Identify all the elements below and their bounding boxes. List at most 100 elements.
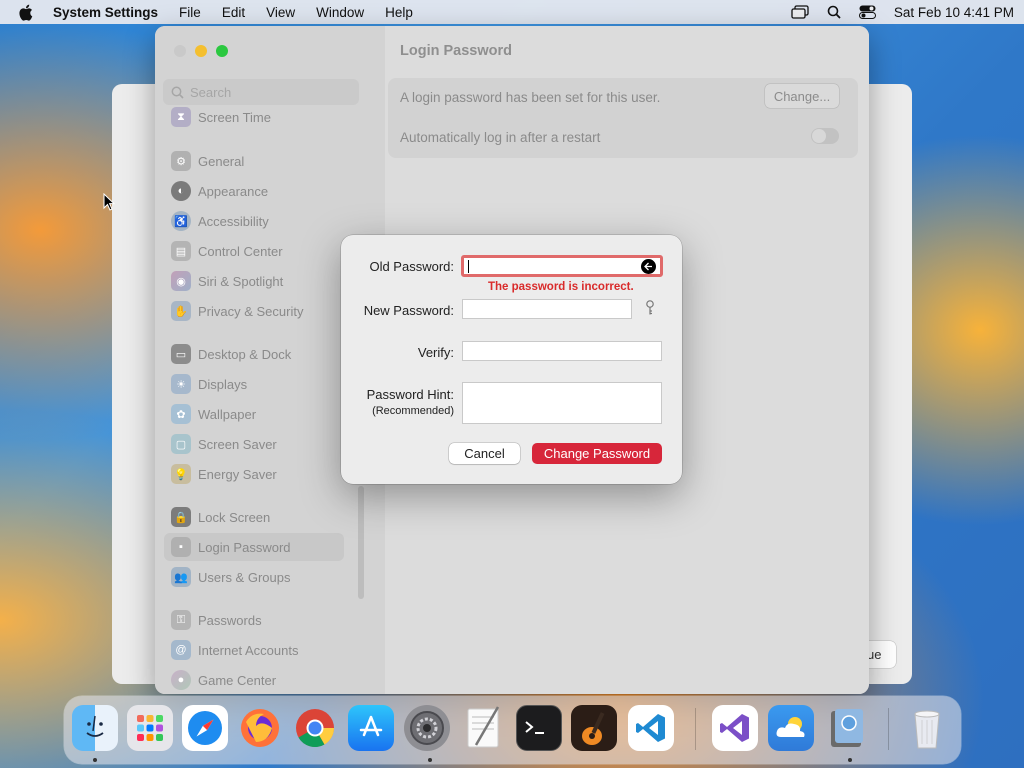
control-center-icon: ▤ — [171, 241, 191, 261]
change-password-button[interactable]: Change... — [765, 84, 839, 108]
zoom-window-button[interactable] — [216, 45, 228, 57]
dock-textedit-icon[interactable] — [460, 705, 506, 751]
sidebar-search[interactable] — [163, 79, 359, 105]
sun-icon: ☀ — [171, 374, 191, 394]
dock-running-indicator — [848, 758, 852, 762]
menu-app-name[interactable]: System Settings — [53, 5, 158, 20]
dock-terminal-icon[interactable] — [516, 705, 562, 751]
dock-separator — [695, 708, 696, 750]
at-icon: @ — [171, 640, 191, 660]
dock-preview-icon[interactable] — [824, 705, 870, 751]
menu-edit[interactable]: Edit — [222, 5, 245, 20]
sidebar-item-desktop-dock[interactable]: ▭ Desktop & Dock — [164, 340, 344, 368]
screen-saver-icon: ▢ — [171, 434, 191, 454]
key-icon: ⚿ — [171, 610, 191, 630]
new-password-label: New Password: — [363, 303, 454, 318]
dock-launchpad-icon[interactable] — [127, 705, 173, 751]
sidebar-item-login-password[interactable]: ▪ Login Password — [164, 533, 344, 561]
sidebar-item-displays[interactable]: ☀ Displays — [164, 370, 344, 398]
dock-visual-studio-icon[interactable] — [712, 705, 758, 751]
verify-label: Verify: — [417, 345, 454, 360]
sidebar-item-internet-accounts[interactable]: @ Internet Accounts — [164, 636, 344, 664]
sidebar-item-screen-time[interactable]: ⧗ Screen Time — [164, 107, 344, 127]
lightbulb-icon: 💡 — [171, 464, 191, 484]
verify-input[interactable] — [463, 342, 661, 360]
accessibility-icon: ♿ — [171, 211, 191, 231]
cancel-button[interactable]: Cancel — [449, 443, 520, 464]
lock-icon: 🔒 — [171, 507, 191, 527]
sidebar-item-siri-spotlight[interactable]: ◉ Siri & Spotlight — [164, 267, 344, 295]
password-error-message: The password is incorrect. — [488, 281, 634, 293]
dock-running-indicator — [428, 758, 432, 762]
arrow-left-icon[interactable] — [641, 259, 656, 274]
password-hint-field[interactable] — [462, 382, 662, 424]
dock-chrome-icon[interactable] — [292, 705, 338, 751]
wallpaper-icon: ✿ — [171, 404, 191, 424]
hand-icon: ✋ — [171, 301, 191, 321]
siri-icon: ◉ — [171, 271, 191, 291]
password-assistant-key-icon[interactable] — [644, 300, 656, 319]
dock-app-store-icon[interactable] — [348, 705, 394, 751]
change-password-dialog: Old Password: The password is incorrect.… — [341, 235, 682, 484]
sidebar-scrollbar[interactable] — [358, 486, 364, 599]
menu-bar: System Settings File Edit View Window He… — [0, 0, 1024, 24]
menu-help[interactable]: Help — [385, 5, 413, 20]
users-icon: 👥 — [171, 567, 191, 587]
search-input[interactable] — [190, 84, 350, 100]
old-password-label: Old Password: — [369, 259, 454, 274]
spotlight-search-icon[interactable] — [827, 5, 841, 19]
dock-system-settings-icon[interactable] — [404, 705, 450, 751]
desktop-dock-icon: ▭ — [171, 344, 191, 364]
dock-firefox-icon[interactable] — [237, 705, 283, 751]
sidebar-item-passwords[interactable]: ⚿ Passwords — [164, 606, 344, 634]
old-password-field[interactable] — [461, 255, 663, 277]
sidebar-item-screen-saver[interactable]: ▢ Screen Saver — [164, 430, 344, 458]
close-window-button[interactable] — [174, 45, 186, 57]
gear-icon: ⚙ — [171, 151, 191, 171]
apple-menu-icon[interactable] — [18, 3, 34, 21]
auto-login-label: Automatically log in after a restart — [400, 130, 601, 145]
password-hint-label: Password Hint: — [366, 387, 454, 402]
new-password-input[interactable] — [463, 300, 631, 318]
sidebar-item-energy-saver[interactable]: 💡 Energy Saver — [164, 460, 344, 488]
dock-safari-icon[interactable] — [182, 705, 228, 751]
window-controls — [174, 45, 228, 57]
sidebar-item-control-center[interactable]: ▤ Control Center — [164, 237, 344, 265]
sidebar-item-general[interactable]: ⚙ General — [164, 147, 344, 175]
sidebar-item-privacy-security[interactable]: ✋ Privacy & Security — [164, 297, 344, 325]
password-hint-input[interactable] — [463, 383, 661, 423]
minimize-window-button[interactable] — [195, 45, 207, 57]
verify-field[interactable] — [462, 341, 662, 361]
screen-mirroring-icon[interactable] — [791, 5, 809, 19]
dock-finder-icon[interactable] — [72, 705, 118, 751]
menu-file[interactable]: File — [179, 5, 201, 20]
sidebar-item-appearance[interactable]: ◐ Appearance — [164, 177, 344, 205]
password-icon: ▪ — [171, 537, 191, 557]
dock-trash-icon[interactable] — [904, 705, 950, 751]
menu-view[interactable]: View — [266, 5, 295, 20]
sidebar-item-wallpaper[interactable]: ✿ Wallpaper — [164, 400, 344, 428]
search-icon — [171, 86, 184, 99]
sidebar-item-game-center[interactable]: ● Game Center — [164, 666, 344, 694]
text-caret — [468, 260, 469, 273]
change-password-submit-button[interactable]: Change Password — [532, 443, 662, 464]
sidebar-item-lock-screen[interactable]: 🔒 Lock Screen — [164, 503, 344, 531]
dock — [64, 696, 961, 764]
sidebar-item-users-groups[interactable]: 👥 Users & Groups — [164, 563, 344, 591]
sidebar-item-accessibility[interactable]: ♿ Accessibility — [164, 207, 344, 235]
page-title: Login Password — [400, 43, 512, 59]
menu-window[interactable]: Window — [316, 5, 364, 20]
menu-clock[interactable]: Sat Feb 10 4:41 PM — [894, 5, 1014, 20]
appearance-icon: ◐ — [171, 181, 191, 201]
mouse-pointer-icon — [103, 193, 115, 211]
dock-weather-icon[interactable] — [768, 705, 814, 751]
password-hint-sublabel: (Recommended) — [372, 405, 454, 417]
dock-vscode-icon[interactable] — [628, 705, 674, 751]
new-password-field[interactable] — [462, 299, 632, 319]
dock-separator — [888, 708, 889, 750]
dock-running-indicator — [93, 758, 97, 762]
auto-login-toggle[interactable] — [811, 128, 839, 144]
dock-garageband-icon[interactable] — [571, 705, 617, 751]
control-center-icon[interactable] — [858, 5, 876, 19]
password-status-text: A login password has been set for this u… — [400, 90, 661, 105]
